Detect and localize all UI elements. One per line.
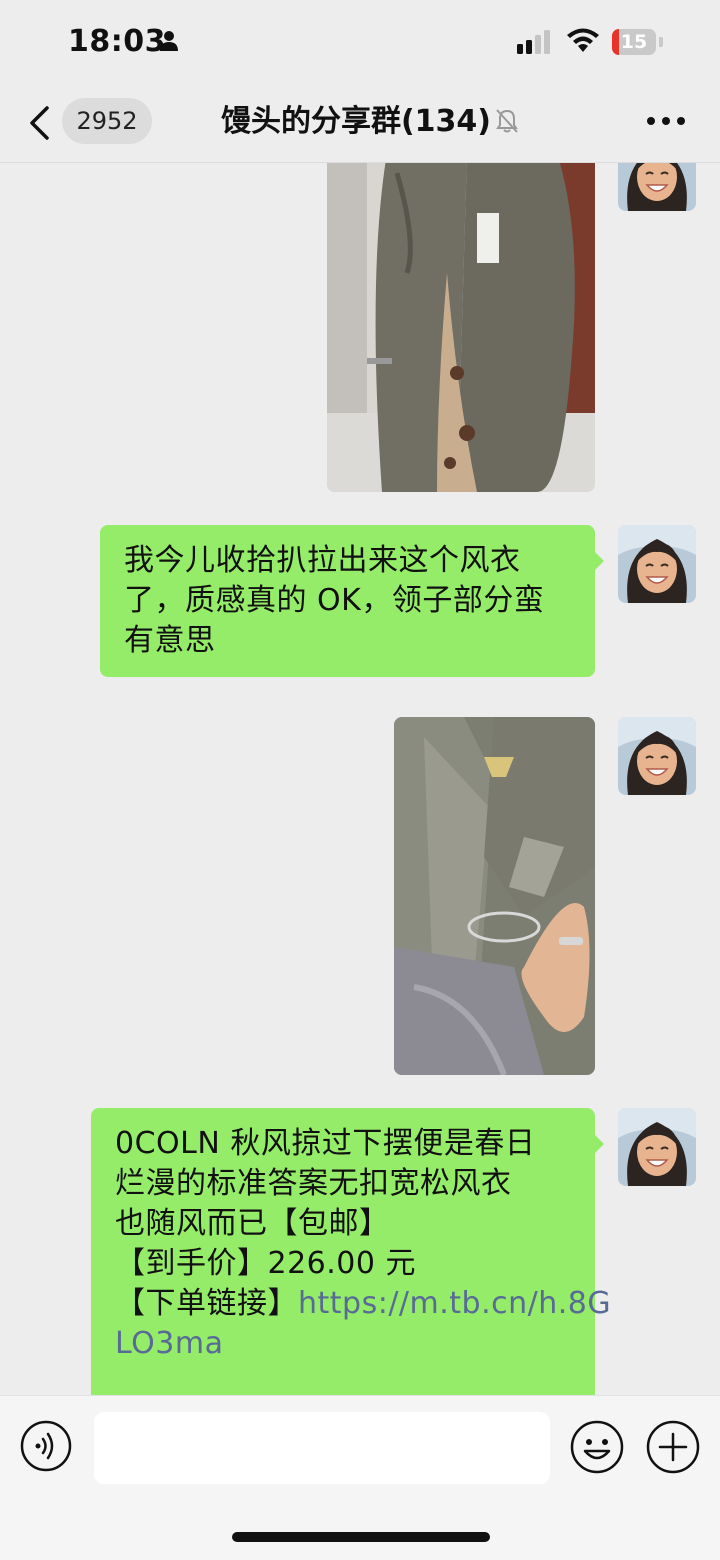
cellular-signal-icon [517, 30, 550, 54]
link-prefix: 【下单链接】 [115, 1286, 298, 1321]
photo-trench-coat[interactable] [327, 163, 595, 492]
message-line: 我今儿收拾扒拉出来这个风衣 [124, 543, 521, 578]
photo-coat-collar[interactable] [394, 717, 595, 1075]
emoji-icon[interactable] [570, 1420, 624, 1474]
product-link-continued[interactable]: LO3ma [115, 1324, 571, 1364]
more-dots-icon[interactable] [646, 114, 686, 128]
avatar-illustration [618, 525, 696, 603]
message-line: 也随风而已【包邮】 [115, 1206, 390, 1241]
bell-off-icon [496, 108, 518, 133]
status-time: 18:03 [68, 24, 166, 59]
wifi-icon [567, 28, 599, 52]
chat-header: 2952 馒头的分享群(134) [0, 84, 720, 163]
avatar-illustration [618, 1108, 696, 1186]
battery-tip [659, 37, 663, 47]
message-bubble[interactable]: 我今儿收拾扒拉出来这个风衣 了，质感真的 OK，领子部分蛮 有意思 [100, 525, 604, 677]
avatar[interactable] [618, 163, 696, 211]
battery-level: 15 [620, 31, 648, 53]
person-icon [160, 31, 178, 51]
message-input-bar [0, 1395, 720, 1560]
chevron-left-icon[interactable] [28, 106, 50, 140]
photo-coat-collar-image [394, 717, 595, 1075]
chat-title: 馒头的分享群(134) [220, 104, 492, 139]
photo-trench-coat-image [327, 163, 595, 492]
chat-message-list[interactable]: 我今儿收拾扒拉出来这个风衣 了，质感真的 OK，领子部分蛮 有意思 0COLN … [0, 163, 720, 1395]
status-bar: 18:03 15 [0, 0, 720, 84]
plus-icon[interactable] [646, 1420, 700, 1474]
message-line: 【到手价】226.00 元 [115, 1246, 417, 1281]
avatar[interactable] [618, 717, 696, 795]
avatar-illustration [618, 717, 696, 795]
chat-title-wrap[interactable]: 馒头的分享群(134) [170, 100, 570, 144]
message-line-with-link: 【下单链接】https://m.tb.cn/h.8G [115, 1284, 611, 1324]
battery-indicator: 15 [612, 29, 656, 55]
message-text: 0COLN 秋风掠过下摆便是春日 烂漫的标准答案无扣宽松风衣 也随风而已【包邮】… [91, 1108, 611, 1380]
message-input[interactable] [94, 1412, 550, 1484]
message-line: 了，质感真的 OK，领子部分蛮 [124, 583, 545, 618]
avatar[interactable] [618, 1108, 696, 1186]
message-line: 0COLN 秋风掠过下摆便是春日 [115, 1126, 536, 1161]
avatar[interactable] [618, 525, 696, 603]
unread-count-badge[interactable]: 2952 [62, 98, 152, 144]
avatar-illustration [618, 163, 696, 211]
voice-icon[interactable] [20, 1420, 72, 1472]
message-line: 有意思 [124, 623, 216, 658]
home-indicator [232, 1532, 490, 1542]
product-link[interactable]: https://m.tb.cn/h.8G [298, 1286, 611, 1321]
message-bubble[interactable]: 0COLN 秋风掠过下摆便是春日 烂漫的标准答案无扣宽松风衣 也随风而已【包邮】… [91, 1108, 611, 1395]
message-line: 烂漫的标准答案无扣宽松风衣 [115, 1166, 512, 1201]
message-text: 我今儿收拾扒拉出来这个风衣 了，质感真的 OK，领子部分蛮 有意思 [100, 525, 595, 677]
